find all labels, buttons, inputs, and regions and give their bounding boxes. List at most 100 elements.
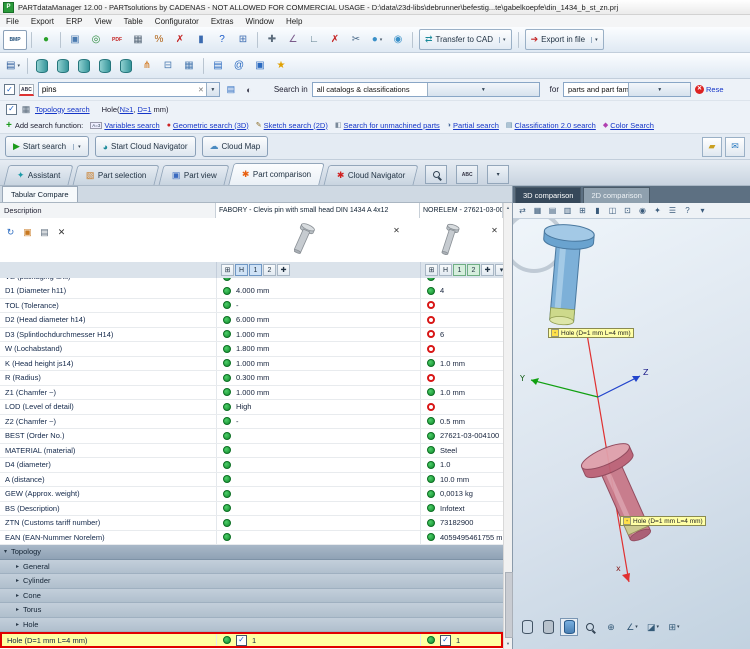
topology-section-row[interactable]: ▸ Hole (0, 618, 503, 633)
effects-icon[interactable]: ✦ (651, 204, 664, 217)
vertical-scrollbar[interactable] (503, 203, 512, 649)
table-row[interactable]: BS (Description) Infotext (0, 502, 503, 517)
column-mode-2-button[interactable]: 2 (263, 264, 276, 276)
transfer-to-cad-button[interactable]: ⇄ Transfer to CAD ▾ (419, 29, 512, 50)
start-search-button[interactable]: ▶ Start search ▾ (5, 136, 89, 157)
favorites-icon[interactable]: ★ (271, 56, 291, 76)
topology-section-row[interactable]: ▸ Cylinder (0, 574, 503, 589)
3d-viewport[interactable]: Y Z x + Hole (D=1 mm L=4 mm) + Hole (D=1… (513, 219, 750, 649)
bmp-image-button[interactable]: BMP (3, 30, 27, 50)
database-group-icon[interactable] (95, 56, 115, 76)
collapse-icon[interactable]: ▾ (4, 548, 7, 555)
delete-icon[interactable]: ✗ (170, 30, 190, 50)
tab-part-selection[interactable]: ▧ Part selection (73, 165, 160, 185)
remove-dimension-icon[interactable]: ✗ (325, 30, 345, 50)
document-link-icon[interactable]: ▤ (208, 56, 228, 76)
fit-view-icon[interactable]: ⊡ (621, 204, 634, 217)
search-input-field[interactable] (39, 85, 196, 94)
zoom-icon[interactable] (581, 618, 599, 636)
topology-section-row[interactable]: ▸ General (0, 560, 503, 575)
columns-icon[interactable]: ▥ (561, 204, 574, 217)
part2-close-icon[interactable]: ✕ (490, 226, 499, 235)
start-search-dropdown-icon[interactable]: ▾ (73, 144, 81, 150)
search-function-label[interactable]: Search for unmachined parts (343, 121, 439, 130)
menu-item[interactable]: Window (240, 17, 280, 26)
layout-select-button[interactable]: ▤ (3, 56, 23, 76)
part1-column-header[interactable]: FABORY - Clevis pin with small head DIN … (216, 203, 420, 218)
table-row[interactable]: D2 (Head diameter h14) 6.000 mm (0, 313, 503, 328)
measure-angle-icon[interactable]: ∠ (283, 30, 303, 50)
unmachined-parts-link[interactable]: ◧ Search for unmachined parts (335, 121, 440, 130)
export-in-file-button[interactable]: ➔ Export in file ▾ (525, 29, 604, 50)
settings-icon[interactable]: ☰ (666, 204, 679, 217)
sketch-search-link[interactable]: ✎ Sketch search (2D) (256, 121, 328, 130)
scroll-down-icon[interactable] (504, 639, 512, 649)
search-function-label[interactable]: Classification 2.0 search (515, 121, 596, 130)
for-dropdown-icon[interactable]: ▼ (628, 83, 690, 96)
hole-annotation-top[interactable]: + Hole (D=1 mm L=4 mm) (548, 328, 634, 338)
table-row[interactable]: GEW (Approx. weight) 0,0013 kg (0, 487, 503, 502)
window-layout-icon[interactable]: ⊞ (233, 30, 253, 50)
part1-close-icon[interactable]: ✕ (392, 226, 401, 235)
close-compare-tab-icon[interactable]: ✕ (55, 226, 68, 239)
tab-3d-comparison[interactable]: 3D comparison (515, 187, 581, 203)
geometric-search-link[interactable]: ● Geometric search (3D) (167, 121, 249, 130)
search-function-label[interactable]: Variables search (104, 121, 159, 130)
calculator-icon[interactable]: ▦ (128, 30, 148, 50)
section-view-icon[interactable]: ◪ (644, 618, 662, 636)
measure-icon[interactable]: ∠ (623, 618, 641, 636)
menu-item[interactable]: ERP (60, 17, 88, 26)
column-mode-1-button[interactable]: 1 (453, 264, 466, 276)
hole-checkbox[interactable]: ✓ (236, 635, 247, 646)
table-row[interactable]: ZTN (Customs tariff number) 73182900 (0, 516, 503, 531)
menu-item[interactable]: Help (280, 17, 308, 26)
camera-icon[interactable]: ◉ (636, 204, 649, 217)
pick-icon[interactable]: ✚ (481, 264, 494, 276)
grid-icon[interactable]: ⊞ (425, 264, 438, 276)
statistics-icon[interactable]: ▮ (191, 30, 211, 50)
table-row[interactable]: D3 (Splintlochdurchmesser H14) 1.000 mm … (0, 328, 503, 343)
search-history-dropdown-icon[interactable]: ▼ (206, 83, 219, 96)
column-mode-h-button[interactable]: H (439, 264, 452, 276)
chart-icon[interactable]: ▮ (591, 204, 604, 217)
classification-tree-icon[interactable]: ⊟ (158, 56, 178, 76)
grid-display-icon[interactable]: ⊞ (665, 618, 683, 636)
start-cloud-navigator-button[interactable]: ◕ Start Cloud Navigator (95, 136, 196, 157)
hole-annotation-bottom[interactable]: + Hole (D=1 mm L=4 mm) (620, 516, 706, 526)
cut-icon[interactable]: ✂ (346, 30, 366, 50)
filter-n-link[interactable]: N≥1 (120, 105, 134, 114)
classification-search-link[interactable]: ▤ Classification 2.0 search (506, 121, 596, 130)
mail-icon[interactable]: @ (229, 56, 249, 76)
shaded-view-icon[interactable] (560, 618, 578, 636)
tab-2d-comparison[interactable]: 2D comparison (583, 187, 649, 203)
help-icon[interactable]: ? (681, 204, 694, 217)
help-icon[interactable]: ? (212, 30, 232, 50)
expand-icon[interactable]: ▸ (16, 563, 19, 570)
reset-search-button[interactable]: ✕ Rese (695, 85, 724, 94)
search-tab-button[interactable] (425, 165, 447, 184)
column-mode-2-button[interactable]: 2 (467, 264, 480, 276)
hole-checkbox[interactable]: ✓ (440, 635, 451, 646)
cad-export-icon[interactable]: ▣ (21, 226, 34, 239)
filter-d-link[interactable]: D=1 (137, 105, 151, 114)
hidden-line-view-icon[interactable] (539, 618, 557, 636)
more-icon[interactable]: ▾ (696, 204, 709, 217)
expand-icon[interactable]: ▸ (16, 577, 19, 584)
clear-search-icon[interactable]: ✕ (196, 86, 206, 94)
search-function-label[interactable]: Partial search (453, 121, 499, 130)
table-icon[interactable]: ▦ (531, 204, 544, 217)
topology-section-row[interactable]: ▸ Cone (0, 589, 503, 604)
quality-button[interactable]: ▰ (702, 137, 722, 157)
color-search-link[interactable]: ◆ Color Search (603, 121, 654, 130)
description-column-header[interactable]: Description (0, 203, 216, 218)
view-mode-icon[interactable]: ● (367, 30, 387, 50)
globe-icon[interactable]: ◎ (86, 30, 106, 50)
tab-part-comparison[interactable]: ✱ Part comparison (229, 163, 325, 185)
menu-item[interactable]: File (0, 17, 25, 26)
table-row[interactable]: EAN (EAN-Nummer Norelem) 4059495461755 m… (0, 531, 503, 546)
database-settings-icon[interactable] (116, 56, 136, 76)
catalog-tree-icon[interactable]: ⋔ (137, 56, 157, 76)
scrollbar-thumb[interactable] (505, 572, 513, 638)
table-row[interactable]: TOL (Tolerance) - (0, 299, 503, 314)
menu-item[interactable]: Configurator (149, 17, 205, 26)
